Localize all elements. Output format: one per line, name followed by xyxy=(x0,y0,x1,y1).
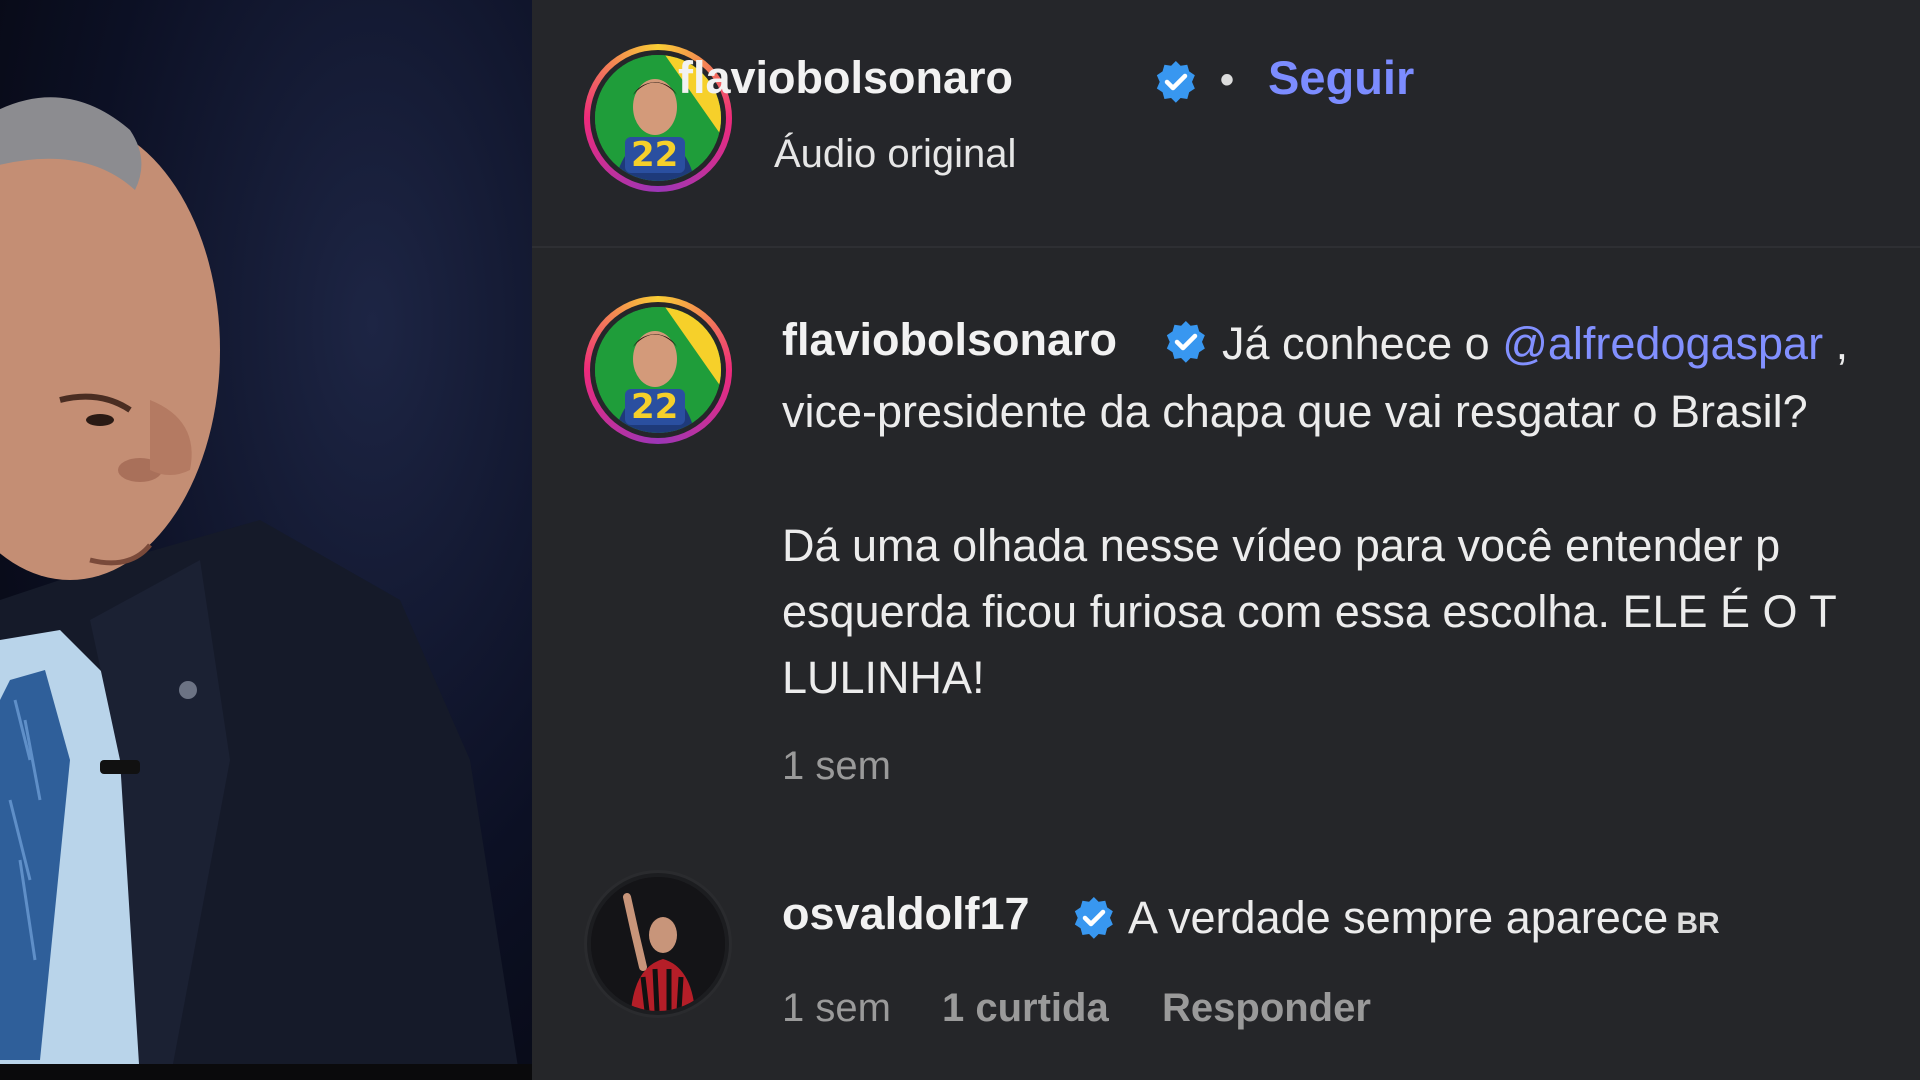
video-player[interactable] xyxy=(0,0,532,1080)
comment-body: A verdade sempre aparece xyxy=(1128,892,1669,943)
video-progress-bar[interactable] xyxy=(0,1064,532,1080)
video-frame-image xyxy=(0,97,520,1080)
follow-button[interactable]: Seguir xyxy=(1268,50,1414,105)
post-side-panel: 22 flaviobolsonaro • Seguir Áudio origin… xyxy=(532,0,1920,1080)
caption-line-2: vice-presidente da chapa que vai resgata… xyxy=(782,386,1808,437)
caption-line-4: esquerda ficou furiosa com essa escolha.… xyxy=(782,586,1837,637)
post-author-username[interactable]: flaviobolsonaro xyxy=(782,314,1117,366)
avatar-photo xyxy=(591,877,725,1011)
avatar-number-badge: 22 xyxy=(631,135,679,175)
comment-text: A verdade sempre aparece BR xyxy=(1128,884,1720,957)
caption-line-3: Dá uma olhada nesse vídeo para você ente… xyxy=(782,520,1781,571)
header-divider xyxy=(532,246,1920,248)
comment-likes-count[interactable]: 1 curtida xyxy=(942,986,1109,1031)
caption-text: Já conhece o xyxy=(1222,318,1503,369)
avatar-number-badge: 22 xyxy=(631,387,679,427)
verified-badge-icon xyxy=(1166,320,1205,363)
reply-button[interactable]: Responder xyxy=(1162,986,1371,1031)
post-header: 22 flaviobolsonaro • Seguir Áudio origin… xyxy=(532,0,1920,246)
verified-badge-icon xyxy=(1156,60,1195,103)
comment-timestamp[interactable]: 1 sem xyxy=(782,986,891,1031)
caption-text: , xyxy=(1823,318,1849,369)
commenter-username[interactable]: osvaldolf17 xyxy=(782,888,1030,940)
header-username[interactable]: flaviobolsonaro xyxy=(678,52,1013,104)
verified-badge-icon xyxy=(1074,896,1113,939)
dot-separator: • xyxy=(1220,58,1235,102)
caption-line-1: Já conhece o @alfredogaspar , xyxy=(1222,310,1848,377)
caption-line-5: LULINHA! xyxy=(782,652,985,703)
commenter-avatar[interactable] xyxy=(584,870,732,1018)
post-author-avatar[interactable]: 22 xyxy=(584,296,732,444)
post-timestamp[interactable]: 1 sem xyxy=(782,744,891,789)
original-audio-link[interactable]: Áudio original xyxy=(774,132,1016,177)
brazil-flag-icon: BR xyxy=(1676,907,1720,940)
mention-link[interactable]: @alfredogaspar xyxy=(1502,318,1823,369)
